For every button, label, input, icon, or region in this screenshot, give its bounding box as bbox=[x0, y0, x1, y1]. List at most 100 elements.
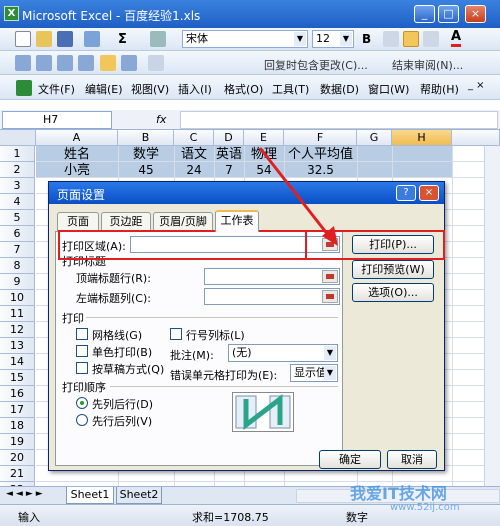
row-header[interactable]: 1 bbox=[0, 146, 35, 162]
maximize-button[interactable]: □ bbox=[438, 5, 459, 23]
row-col-headers-checkbox[interactable] bbox=[170, 328, 182, 340]
comments-select[interactable]: (无) ▼ bbox=[228, 344, 338, 362]
menu-format[interactable]: 格式(O) bbox=[224, 81, 263, 97]
row-header[interactable]: 2 bbox=[0, 162, 35, 178]
draft-checkbox[interactable] bbox=[76, 362, 88, 374]
cell-d1[interactable]: 英语 bbox=[214, 147, 244, 162]
row-header[interactable]: 9 bbox=[0, 274, 35, 290]
cell-c1[interactable]: 语文 bbox=[174, 147, 214, 162]
sort-icon[interactable] bbox=[150, 31, 166, 47]
select-all-corner[interactable] bbox=[0, 130, 36, 146]
range-picker-icon[interactable] bbox=[322, 290, 338, 303]
new-icon[interactable] bbox=[15, 31, 31, 47]
comment-icon[interactable] bbox=[100, 55, 116, 71]
print-preview-button[interactable]: 打印预览(W) bbox=[352, 260, 434, 279]
row-header[interactable]: 7 bbox=[0, 242, 35, 258]
row-header[interactable]: 6 bbox=[0, 226, 35, 242]
menu-view[interactable]: 视图(V) bbox=[131, 81, 169, 97]
review-icon[interactable] bbox=[78, 55, 94, 71]
review-icon[interactable] bbox=[15, 55, 31, 71]
menu-tools[interactable]: 工具(T) bbox=[272, 81, 309, 97]
tab-margins[interactable]: 页边距 bbox=[101, 212, 151, 231]
font-size-select[interactable]: 12 ▼ bbox=[312, 30, 354, 48]
options-button[interactable]: 选项(O)... bbox=[352, 283, 434, 302]
cell-b2[interactable]: 45 bbox=[118, 163, 174, 178]
align-left-icon[interactable] bbox=[383, 31, 399, 47]
row-header[interactable]: 3 bbox=[0, 178, 35, 194]
row-header[interactable]: 4 bbox=[0, 194, 35, 210]
tab-page[interactable]: 页面 bbox=[57, 212, 99, 231]
undo-icon[interactable] bbox=[84, 31, 100, 47]
mono-checkbox[interactable] bbox=[76, 345, 88, 357]
row-header[interactable]: 13 bbox=[0, 338, 35, 354]
formula-input[interactable] bbox=[180, 111, 498, 129]
over-then-down-radio[interactable] bbox=[76, 414, 88, 426]
row-header[interactable]: 14 bbox=[0, 354, 35, 370]
end-review-button[interactable]: 结束审阅(N)... bbox=[392, 57, 463, 73]
dialog-close-icon[interactable]: × bbox=[419, 185, 439, 201]
left-cols-input[interactable] bbox=[204, 288, 340, 305]
tab-sheet[interactable]: 工作表 bbox=[215, 210, 259, 232]
minimize-button[interactable]: _ bbox=[414, 5, 435, 23]
row-header[interactable]: 11 bbox=[0, 306, 35, 322]
name-box[interactable]: H7 bbox=[2, 111, 112, 129]
align-right-icon[interactable] bbox=[423, 31, 439, 47]
font-name-select[interactable]: 宋体 ▼ bbox=[182, 30, 308, 48]
review-icon[interactable] bbox=[121, 55, 137, 71]
down-then-over-radio[interactable] bbox=[76, 397, 88, 409]
column-header[interactable]: B bbox=[118, 130, 174, 146]
help-icon[interactable]: ? bbox=[396, 185, 416, 201]
column-header[interactable]: G bbox=[357, 130, 392, 146]
column-header[interactable]: H bbox=[392, 130, 452, 146]
row-header[interactable]: 12 bbox=[0, 322, 35, 338]
row-header[interactable]: 16 bbox=[0, 386, 35, 402]
range-picker-icon[interactable] bbox=[322, 270, 338, 283]
menu-insert[interactable]: 插入(I) bbox=[178, 81, 212, 97]
cell-a1[interactable]: 姓名 bbox=[36, 147, 118, 162]
menu-file[interactable]: 文件(F) bbox=[38, 81, 75, 97]
menu-window[interactable]: 窗口(W) bbox=[368, 81, 409, 97]
doc-close-icon[interactable]: _ × bbox=[468, 80, 485, 91]
row-header[interactable]: 17 bbox=[0, 402, 35, 418]
row-header[interactable]: 10 bbox=[0, 290, 35, 306]
tab-scroll-icon[interactable]: ◄◄►► bbox=[6, 489, 46, 499]
column-header[interactable]: D bbox=[214, 130, 244, 146]
bold-button[interactable]: B bbox=[362, 32, 371, 46]
row-header[interactable]: 5 bbox=[0, 210, 35, 226]
save-icon[interactable] bbox=[57, 31, 73, 47]
open-icon[interactable] bbox=[36, 31, 52, 47]
tab-sheet2[interactable]: Sheet2 bbox=[116, 487, 162, 504]
close-button[interactable]: × bbox=[465, 5, 486, 23]
row-header[interactable]: 15 bbox=[0, 370, 35, 386]
cell-c2[interactable]: 24 bbox=[174, 163, 214, 178]
row-header[interactable]: 8 bbox=[0, 258, 35, 274]
cell-a2[interactable]: 小亮 bbox=[36, 163, 118, 178]
cancel-button[interactable]: 取消 bbox=[387, 450, 437, 469]
row-header[interactable]: 19 bbox=[0, 434, 35, 450]
review-icon[interactable] bbox=[57, 55, 73, 71]
tab-header-footer[interactable]: 页眉/页脚 bbox=[153, 212, 213, 231]
font-color-icon[interactable]: A bbox=[451, 30, 462, 47]
workbook-icon[interactable] bbox=[16, 80, 32, 96]
fx-icon[interactable]: fx bbox=[156, 113, 166, 126]
tab-sheet1[interactable]: Sheet1 bbox=[66, 487, 114, 504]
autosum-icon[interactable]: Σ bbox=[118, 32, 127, 47]
ok-button[interactable]: 确定 bbox=[319, 450, 381, 469]
gridlines-checkbox[interactable] bbox=[76, 328, 88, 340]
review-icon[interactable] bbox=[36, 55, 52, 71]
column-header[interactable]: C bbox=[174, 130, 214, 146]
cell-d2[interactable]: 7 bbox=[214, 163, 244, 178]
row-header[interactable]: 21 bbox=[0, 466, 35, 482]
cell-b1[interactable]: 数学 bbox=[118, 147, 174, 162]
menu-edit[interactable]: 编辑(E) bbox=[85, 81, 123, 97]
track-changes-icon[interactable] bbox=[148, 55, 164, 71]
row-header[interactable]: 18 bbox=[0, 418, 35, 434]
vertical-scrollbar[interactable] bbox=[484, 146, 500, 486]
top-rows-input[interactable] bbox=[204, 268, 340, 285]
menu-help[interactable]: 帮助(H) bbox=[420, 81, 459, 97]
column-header[interactable]: A bbox=[36, 130, 118, 146]
align-center-icon[interactable] bbox=[403, 31, 419, 47]
row-header[interactable]: 20 bbox=[0, 450, 35, 466]
menu-data[interactable]: 数据(D) bbox=[320, 81, 359, 97]
errors-select[interactable]: 显示值 ▼ bbox=[290, 364, 338, 382]
